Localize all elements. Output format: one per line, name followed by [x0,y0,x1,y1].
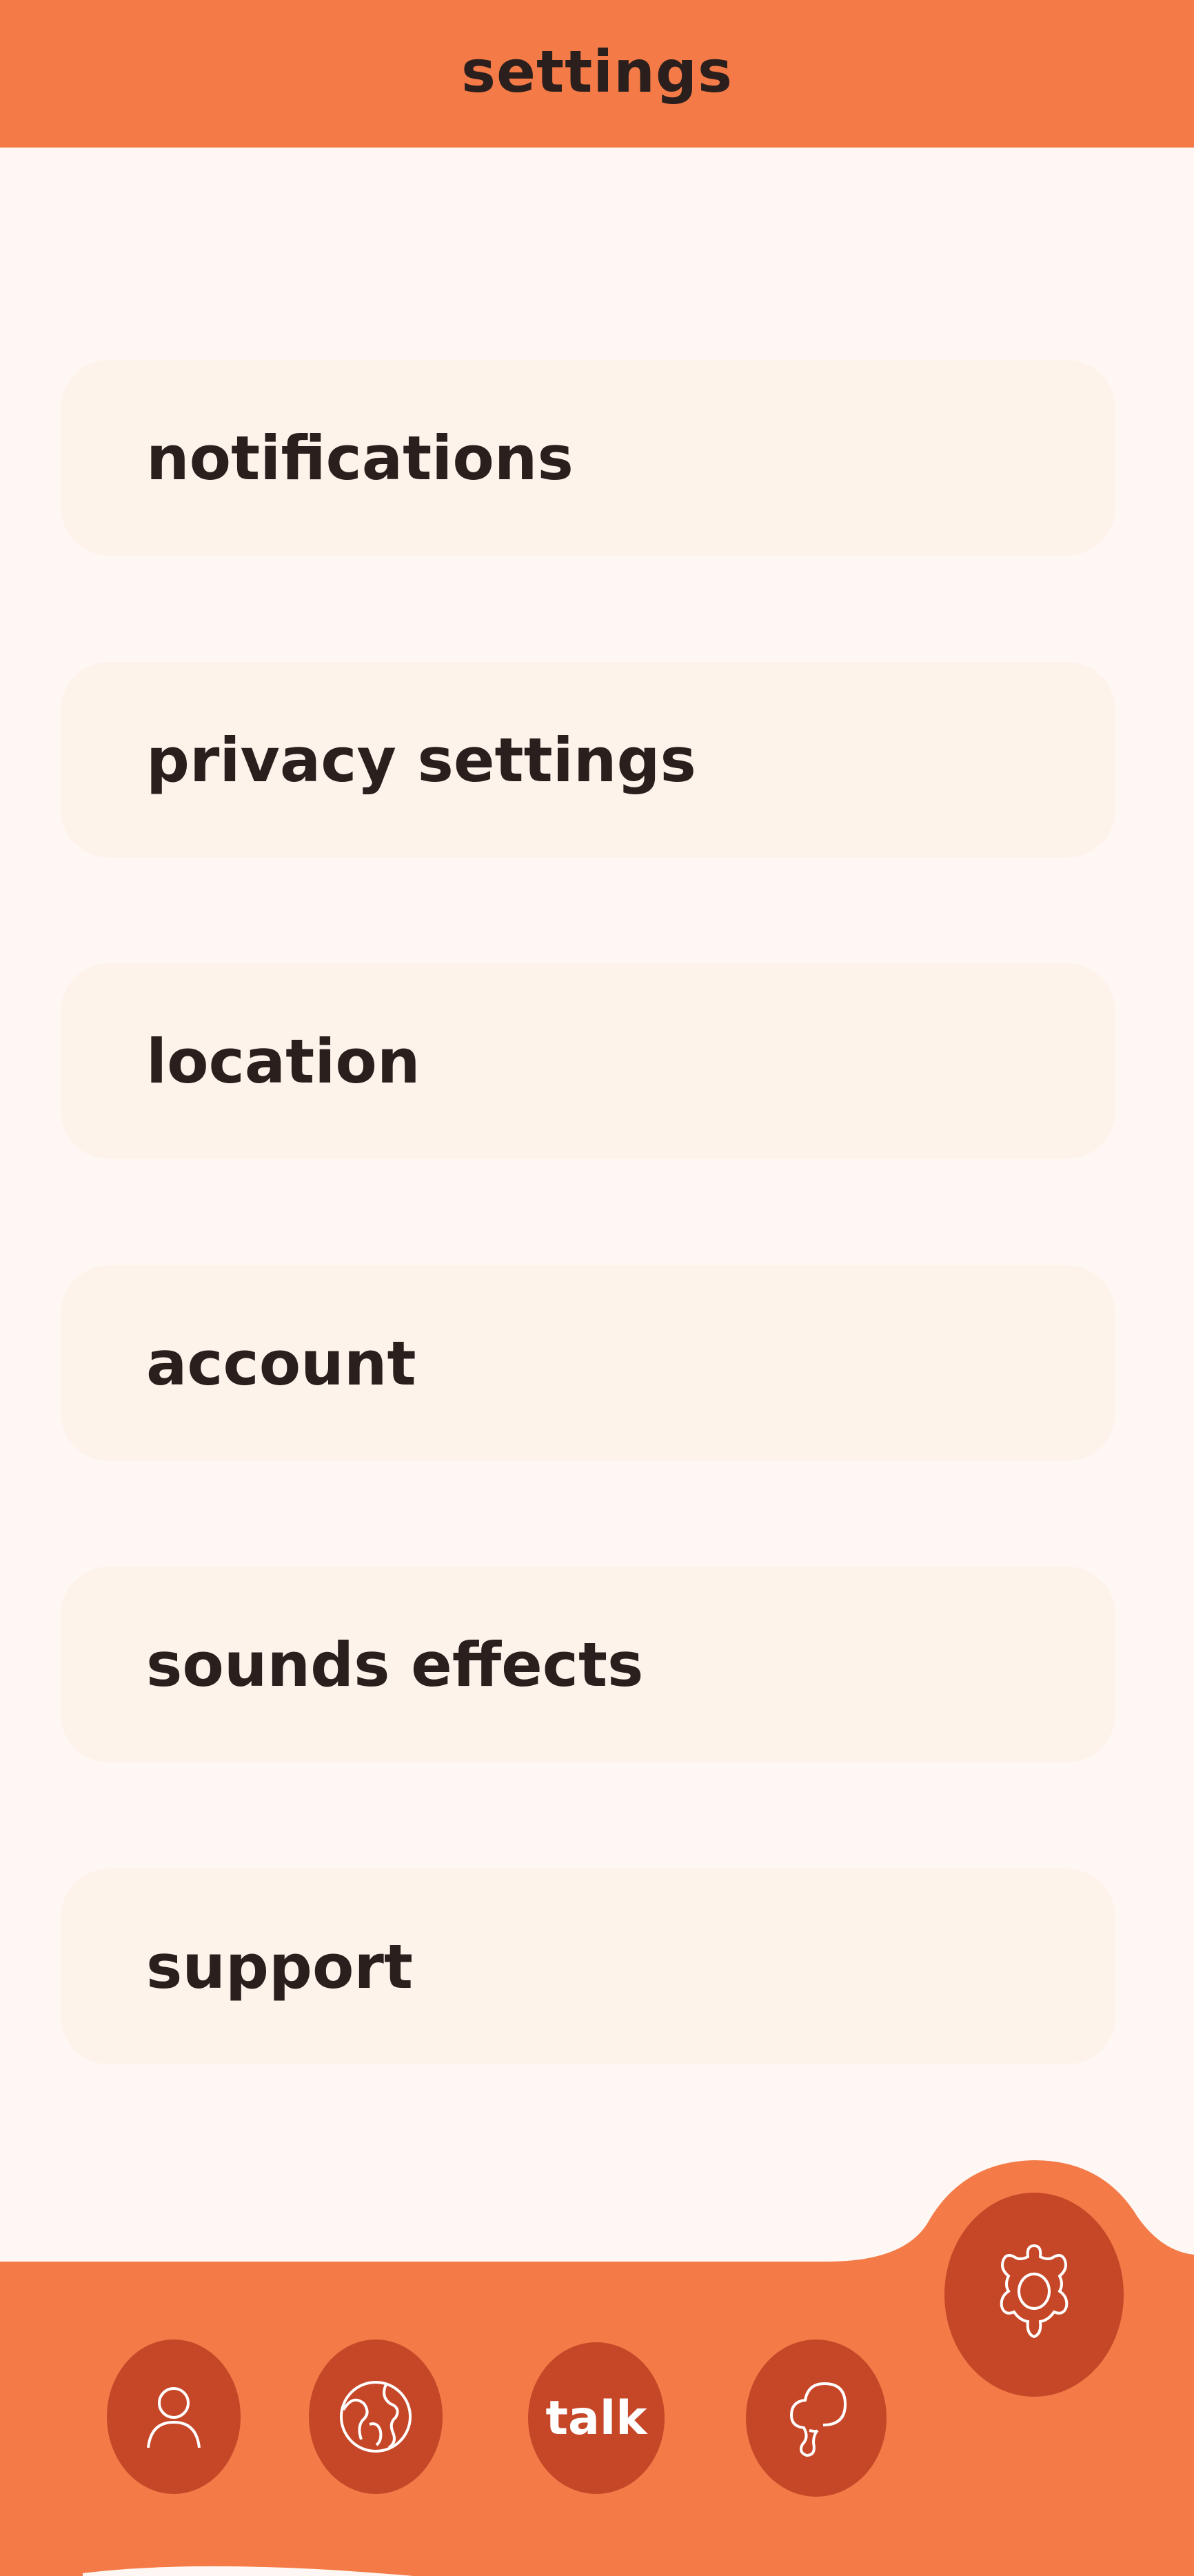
settings-item-location[interactable]: location [61,963,1115,1159]
settings-item-sound-effects[interactable]: sounds effects [61,1567,1115,1762]
person-icon [147,2387,201,2448]
talk-button[interactable]: talk [528,2342,665,2494]
settings-item-support[interactable]: support [61,1869,1115,2064]
settings-item-label: sounds effects [146,1629,644,1700]
globe-icon [340,2381,412,2453]
settings-item-label: notifications [146,422,574,494]
gear-icon [1000,2244,1069,2339]
explore-button[interactable] [309,2339,443,2494]
settings-item-label: privacy settings [146,724,696,796]
profile-button[interactable] [107,2339,241,2494]
mushroom-icon [789,2382,847,2457]
settings-item-notifications[interactable]: notifications [61,360,1115,556]
settings-item-label: location [146,1025,421,1097]
community-button[interactable] [746,2339,887,2497]
bottom-nav: talk [0,2151,1194,2576]
talk-label: talk [545,2391,647,2446]
settings-item-account[interactable]: account [61,1265,1115,1461]
header-bar: settings [0,0,1194,148]
settings-item-label: account [146,1327,416,1399]
settings-item-label: support [146,1931,413,2002]
page-title: settings [461,38,733,105]
settings-item-privacy[interactable]: privacy settings [61,662,1115,858]
settings-tab-button[interactable] [944,2193,1124,2397]
